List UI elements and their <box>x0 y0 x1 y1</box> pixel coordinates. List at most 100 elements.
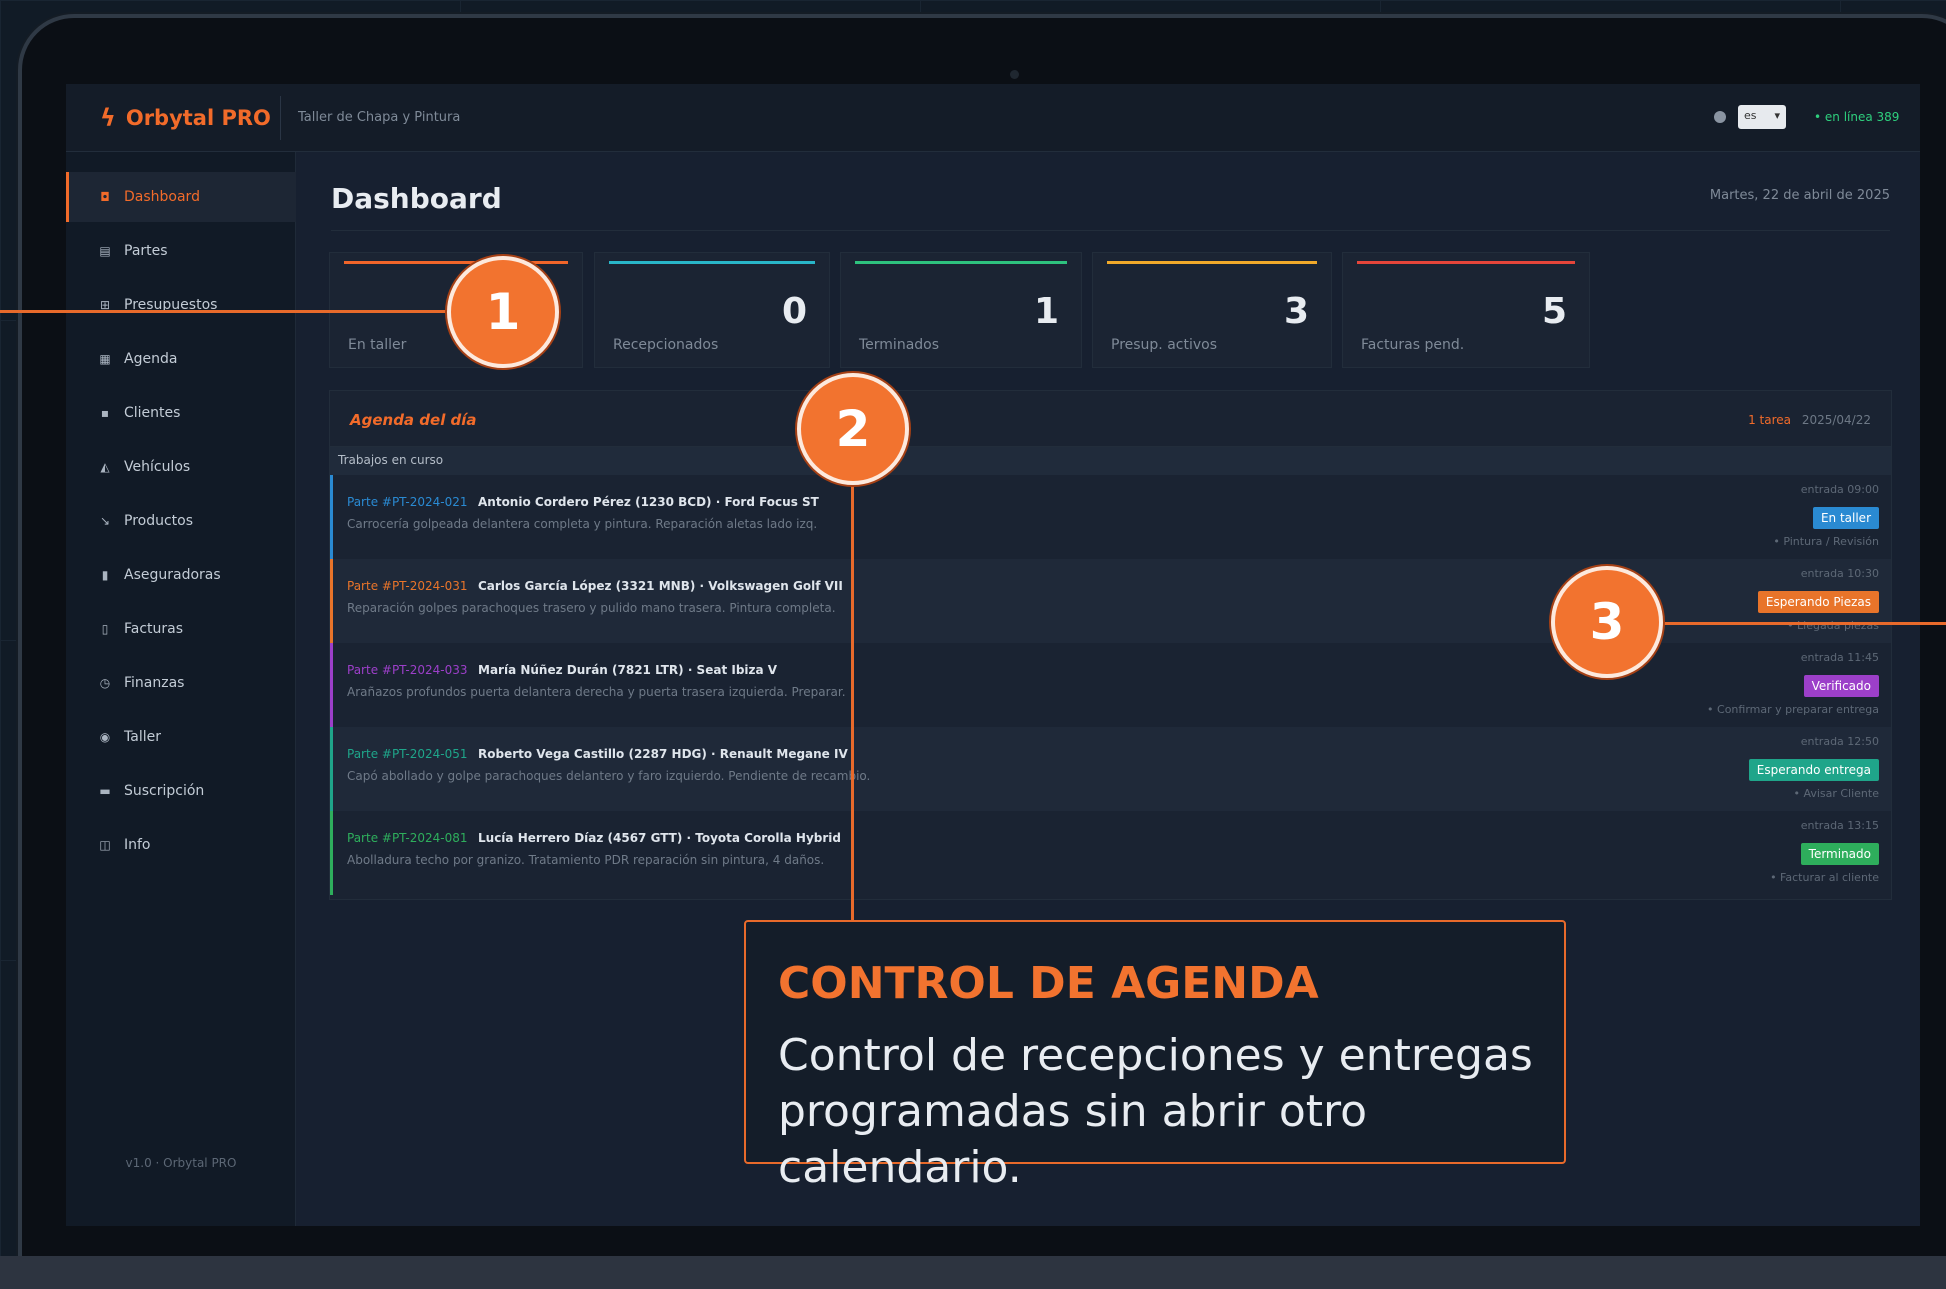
sidebar-item-label: Productos <box>124 513 194 529</box>
next-step: • Pintura / Revisión <box>1773 535 1879 548</box>
tool-icon: ↘ <box>99 514 111 528</box>
sidebar-item-facturas[interactable]: ▯ Facturas <box>66 604 296 654</box>
callout-line-1 <box>0 310 470 313</box>
gear-icon: ◉ <box>99 730 111 744</box>
workshop-name: Taller de Chapa y Pintura <box>298 110 461 125</box>
language-select[interactable]: es ▾ <box>1738 105 1786 129</box>
status-badge[interactable]: En taller <box>1812 507 1879 529</box>
stat-label: En taller <box>348 337 407 353</box>
stat-card-facturas[interactable]: 5 Facturas pend. <box>1342 252 1590 368</box>
sidebar-item-label: Dashboard <box>124 189 200 205</box>
status-badge[interactable]: Esperando Piezas <box>1757 591 1879 613</box>
clients-icon: ▪ <box>100 406 110 420</box>
stat-accent-bar <box>344 261 568 264</box>
chevron-down-icon: ▾ <box>1774 109 1780 122</box>
subscription-icon: ▬ <box>99 784 111 798</box>
stat-label: Recepcionados <box>613 337 719 353</box>
calendar-icon: ▦ <box>99 352 111 366</box>
next-step: • Confirmar y preparar entrega <box>1707 703 1879 716</box>
agenda-date: 2025/04/22 <box>1801 413 1871 427</box>
brand[interactable]: ϟ Orbytal PRO <box>100 104 271 132</box>
stat-label: Facturas pend. <box>1361 337 1465 353</box>
sidebar-item-taller[interactable]: ◉ Taller <box>66 712 296 762</box>
sidebar-item-label: Clientes <box>124 405 181 421</box>
callout-marker-1: 1 <box>447 256 559 368</box>
agenda-row[interactable]: Parte #PT-2024-021 Antonio Cordero Pérez… <box>330 475 1891 559</box>
callout-line-3 <box>1660 622 1946 625</box>
client-vehicle: María Núñez Durán (7821 LTR) · Seat Ibiz… <box>478 663 778 677</box>
stat-value: 3 <box>1283 291 1309 332</box>
shield-icon: ▮ <box>101 568 109 582</box>
sidebar-item-presupuestos[interactable]: ⊞ Presupuestos <box>66 280 296 330</box>
work-order-code[interactable]: Parte #PT-2024-031 <box>347 579 468 593</box>
stat-accent-bar <box>609 261 815 264</box>
sidebar-item-finanzas[interactable]: ◷ Finanzas <box>66 658 296 708</box>
entry-time: entrada 09:00 <box>1800 483 1879 496</box>
sidebar-item-clientes[interactable]: ▪ Clientes <box>66 388 296 438</box>
sidebar-item-productos[interactable]: ↘ Productos <box>66 496 296 546</box>
camera-icon <box>1010 70 1019 79</box>
stat-accent-bar <box>1357 261 1575 264</box>
sidebar-item-vehiculos[interactable]: ◭ Vehículos <box>66 442 296 492</box>
agenda-title: Agenda del día <box>350 411 477 429</box>
stat-value: 5 <box>1541 291 1567 332</box>
finance-icon: ◷ <box>99 676 111 690</box>
stat-value: 0 <box>781 291 807 332</box>
sidebar-item-label: Agenda <box>124 351 178 367</box>
stat-value: 1 <box>1033 291 1059 332</box>
entry-time: entrada 11:45 <box>1800 651 1879 664</box>
entry-time: entrada 12:50 <box>1800 735 1879 748</box>
agenda-count: 1 tarea <box>1748 413 1791 427</box>
stat-accent-bar <box>1107 261 1317 264</box>
work-order-code[interactable]: Parte #PT-2024-051 <box>347 747 468 761</box>
dashboard-icon: ◘ <box>100 190 110 204</box>
stat-card-presupuestos[interactable]: 3 Presup. activos <box>1092 252 1332 368</box>
work-order-code[interactable]: Parte #PT-2024-033 <box>347 663 468 677</box>
sidebar-item-aseguradoras[interactable]: ▮ Aseguradoras <box>66 550 296 600</box>
next-step: • Facturar al cliente <box>1770 871 1879 884</box>
brand-name: Orbytal PRO <box>125 106 271 130</box>
sidebar-item-agenda[interactable]: ▦ Agenda <box>66 334 296 384</box>
work-order-code[interactable]: Parte #PT-2024-021 <box>347 495 468 509</box>
client-vehicle: Carlos García López (3321 MNB) · Volkswa… <box>478 579 843 593</box>
sidebar-item-label: Vehículos <box>124 459 191 475</box>
agenda-row[interactable]: Parte #PT-2024-051 Roberto Vega Castillo… <box>330 727 1891 811</box>
work-order-code[interactable]: Parte #PT-2024-081 <box>347 831 468 845</box>
sidebar-item-info[interactable]: ◫ Info <box>66 820 296 870</box>
entry-time: entrada 10:30 <box>1800 567 1879 580</box>
status-badge[interactable]: Verificado <box>1803 675 1879 697</box>
callout-text: Control de recepciones y entregas progra… <box>778 1030 1533 1193</box>
agenda-header: Agenda del día 1 tarea 2025/04/22 <box>330 391 1891 447</box>
stat-label: Terminados <box>859 337 940 353</box>
stat-card-recepcionados[interactable]: 0 Recepcionados <box>594 252 830 368</box>
entry-time: entrada 13:15 <box>1800 819 1879 832</box>
agenda-row[interactable]: Parte #PT-2024-033 María Núñez Durán (78… <box>330 643 1891 727</box>
agenda-row[interactable]: Parte #PT-2024-081 Lucía Herrero Díaz (4… <box>330 811 1891 895</box>
stat-accent-bar <box>855 261 1067 264</box>
sidebar-item-partes[interactable]: ▤ Partes <box>66 226 296 276</box>
status-badge[interactable]: Terminado <box>1800 843 1879 865</box>
status-badge[interactable]: Esperando entrega <box>1748 759 1879 781</box>
sidebar-item-label: Partes <box>124 243 168 259</box>
theme-toggle-icon[interactable] <box>1714 111 1726 123</box>
next-step: • Avisar Cliente <box>1793 787 1879 800</box>
topbar-divider <box>280 96 281 140</box>
topbar: ϟ Orbytal PRO Taller de Chapa y Pintura … <box>66 84 1920 152</box>
sidebar-item-label: Taller <box>124 729 161 745</box>
title-divider <box>331 230 1890 231</box>
connection-status: • en línea 389 <box>1814 110 1900 124</box>
sidebar-item-label: Aseguradoras <box>124 567 221 583</box>
callout-title: CONTROL DE AGENDA <box>778 958 1319 1009</box>
sidebar-item-dashboard[interactable]: ◘ Dashboard <box>66 172 296 222</box>
lightning-icon: ϟ <box>100 104 116 132</box>
agenda-subheader: Trabajos en curso <box>330 447 1891 475</box>
sidebar-item-suscripcion[interactable]: ▬ Suscripción <box>66 766 296 816</box>
sidebar-footer: v1.0 · Orbytal PRO <box>125 1156 237 1170</box>
laptop-base <box>0 1256 1946 1289</box>
client-vehicle: Lucía Herrero Díaz (4567 GTT) · Toyota C… <box>478 831 841 845</box>
callout-marker-2: 2 <box>797 373 909 485</box>
stat-label: Presup. activos <box>1111 337 1218 353</box>
stat-card-terminados[interactable]: 1 Terminados <box>840 252 1082 368</box>
job-description: Abolladura techo por granizo. Tratamient… <box>347 853 825 867</box>
sidebar: ◘ Dashboard ▤ Partes ⊞ Presupuestos ▦ Ag… <box>66 152 296 1226</box>
